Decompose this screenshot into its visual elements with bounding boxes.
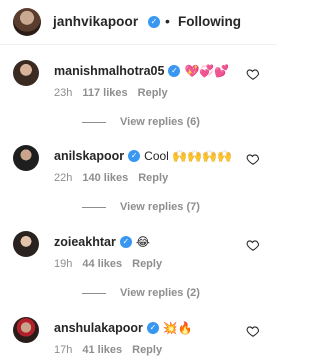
comment-meta: 22h 140 likes Reply [54,172,168,184]
heart-outline-icon[interactable] [246,152,260,166]
heart-outline-icon[interactable] [246,67,260,81]
reply-button[interactable]: Reply [132,344,162,356]
replies-divider [82,121,106,123]
view-replies-button[interactable]: View replies (6) [82,116,200,128]
separator-dot: • [165,13,170,29]
commenter-username[interactable]: zoieakhtar [54,235,116,249]
view-replies-label: View replies (7) [120,201,200,213]
author-username[interactable]: janhvikapoor [53,14,138,29]
following-button[interactable]: Following [178,14,241,29]
verified-badge-icon: ✓ [119,236,132,248]
commenter-username[interactable]: manishmalhotra05 [54,64,164,78]
view-replies-label: View replies (2) [120,287,200,299]
comment-likes[interactable]: 140 likes [82,172,128,184]
commenter-username[interactable]: anshulakapoor [54,321,143,335]
reply-button[interactable]: Reply [138,87,168,99]
comment-likes[interactable]: 41 likes [82,344,122,356]
author-avatar[interactable] [13,8,41,36]
view-replies-button[interactable]: View replies (7) [82,201,200,213]
heart-outline-icon[interactable] [246,324,260,338]
comment-text: Cool 🙌🙌🙌🙌 [144,149,232,163]
verified-badge-icon: ✓ [148,16,160,28]
comment-meta: 23h 117 likes Reply [54,87,168,99]
comment-meta: 17h 41 likes Reply [54,344,162,356]
comment-time: 23h [54,87,73,99]
comment-body: anshulakapoor ✓ 💥🔥 [54,321,193,335]
comment-text: 😂 [135,235,150,249]
commenter-avatar[interactable] [13,231,39,257]
comment-item: anilskapoor ✓ Cool 🙌🙌🙌🙌 22h 140 likes Re… [0,145,277,225]
commenter-avatar[interactable] [13,60,39,86]
comment-time: 19h [54,258,73,270]
verified-badge-icon: ✓ [168,65,181,77]
view-replies-label: View replies (6) [120,116,200,128]
comment-time: 17h [54,344,73,356]
comment-item: zoieakhtar ✓ 😂 19h 44 likes Reply View r… [0,231,277,311]
reply-button[interactable]: Reply [132,258,162,270]
verified-badge-icon: ✓ [128,150,141,162]
view-replies-button[interactable]: View replies (2) [82,287,200,299]
commenter-username[interactable]: anilskapoor [54,149,124,163]
commenter-avatar[interactable] [13,145,39,171]
comment-likes[interactable]: 117 likes [82,87,127,99]
comment-time: 22h [54,172,73,184]
post-header: janhvikapoor ✓ • Following [0,0,277,45]
comment-item: manishmalhotra05 ✓ 💖💞💕 23h 117 likes Rep… [0,60,277,140]
comment-meta: 19h 44 likes Reply [54,258,162,270]
comment-likes[interactable]: 44 likes [82,258,122,270]
comment-text: 💥🔥 [162,321,193,335]
comment-body: manishmalhotra05 ✓ 💖💞💕 [54,64,229,78]
reply-button[interactable]: Reply [138,172,168,184]
verified-badge-icon: ✓ [146,322,159,334]
comment-body: anilskapoor ✓ Cool 🙌🙌🙌🙌 [54,149,232,163]
commenter-avatar[interactable] [13,317,39,343]
comment-text: 💖💞💕 [184,64,230,78]
comment-item: anshulakapoor ✓ 💥🔥 17h 41 likes Reply [0,317,277,362]
heart-outline-icon[interactable] [246,238,260,252]
comment-body: zoieakhtar ✓ 😂 [54,235,150,249]
replies-divider [82,206,106,208]
replies-divider [82,292,106,294]
